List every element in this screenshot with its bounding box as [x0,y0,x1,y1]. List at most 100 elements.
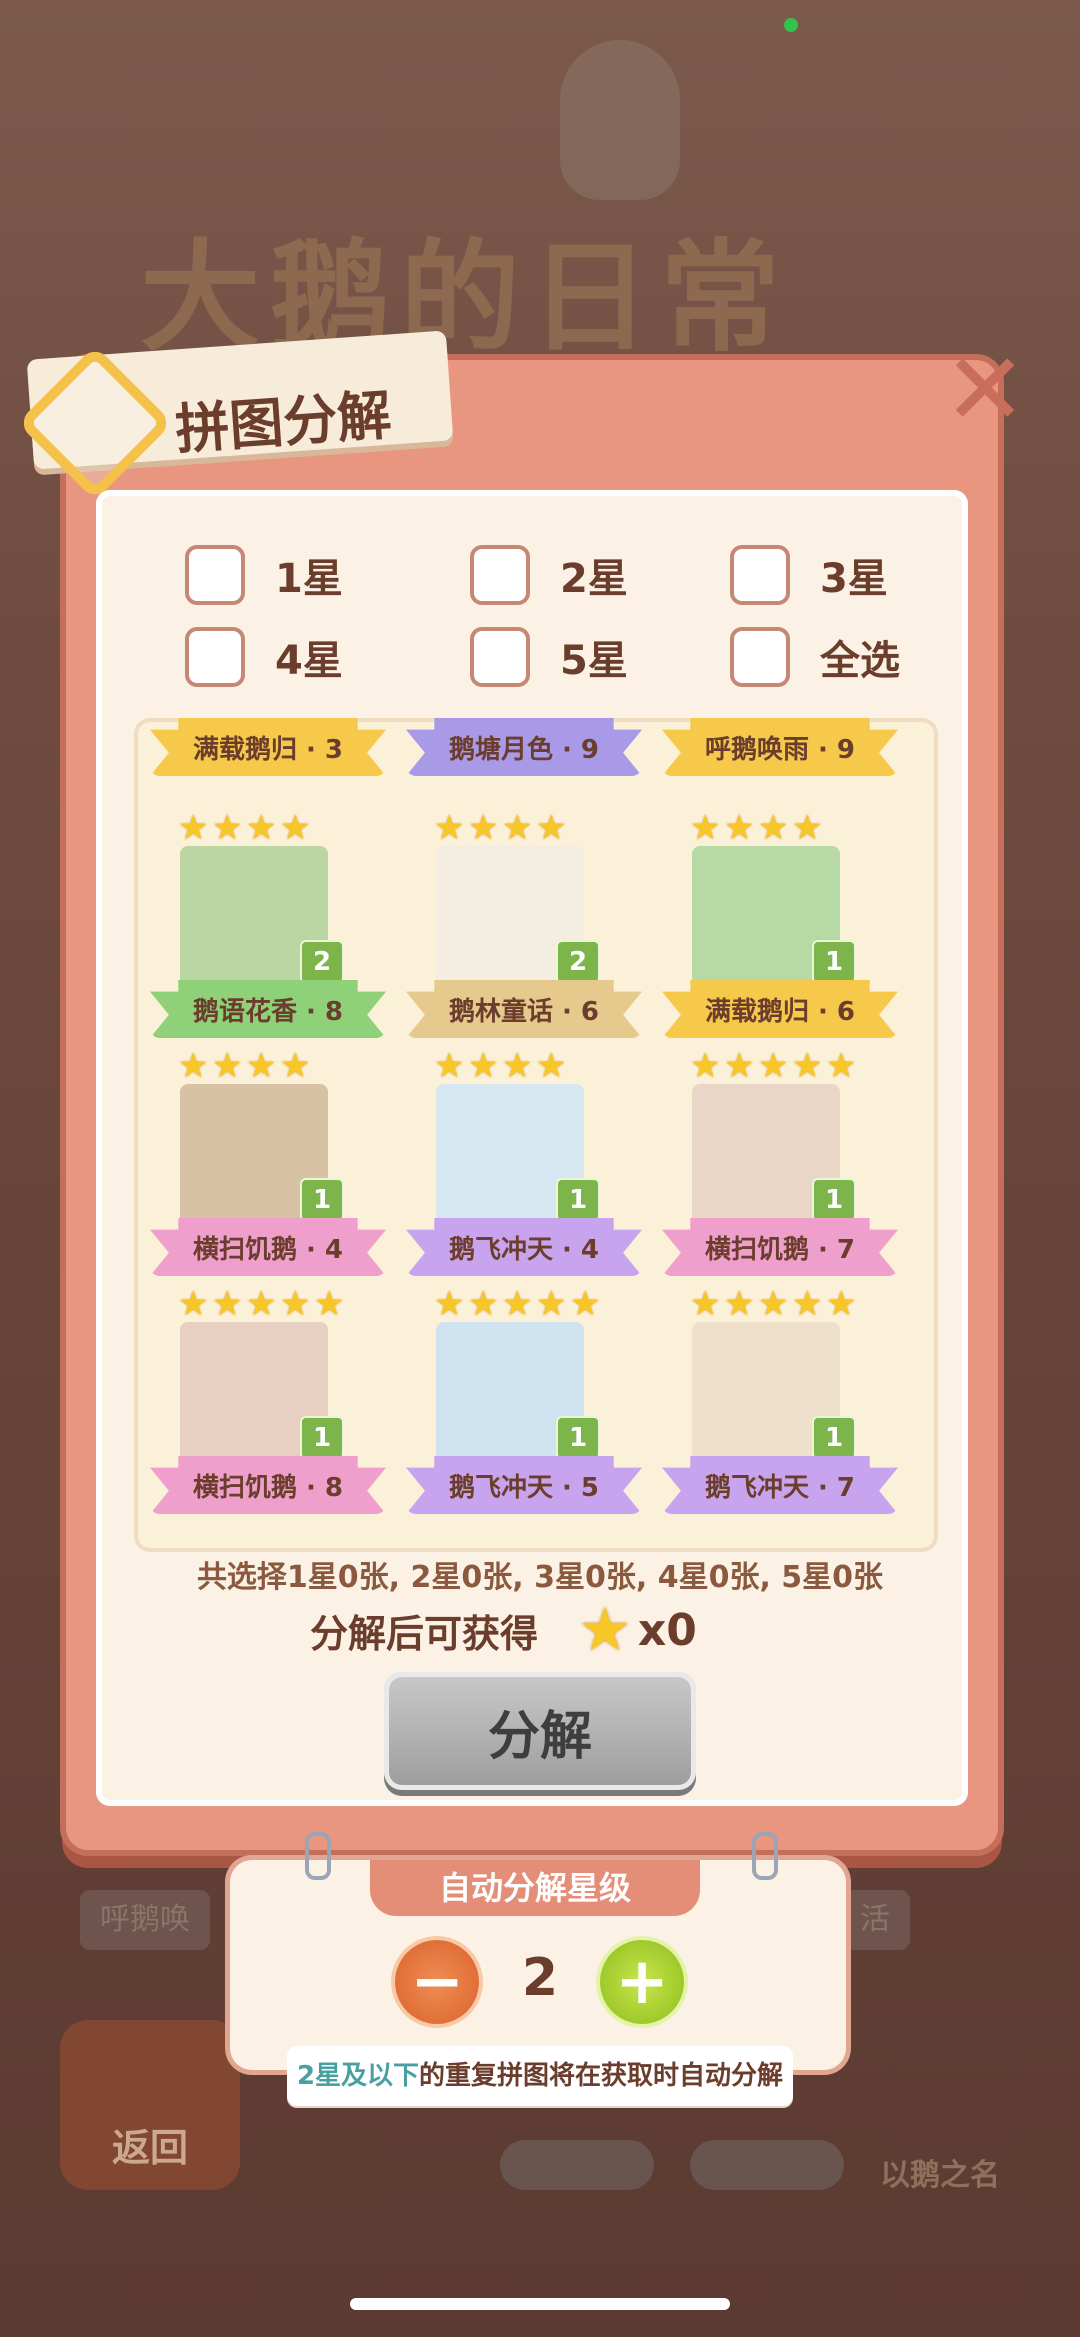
piece-count-badge: 1 [556,1416,600,1460]
star-icon: ★ [724,1284,755,1324]
reward-label: 分解后可获得 [310,1611,539,1656]
star-icon: ★ [792,1046,823,1086]
star-icon: ★ [280,1046,311,1086]
filter-3-star[interactable]: 3星 [730,545,888,605]
minus-icon: − [410,1945,464,2019]
star-icon: ★ [246,1284,277,1324]
star-icon: ★ [178,808,209,848]
puzzle-piece-card[interactable]: ★ ★ ★ ★ ★ 1 鹅飞冲天 · 5 [406,1284,642,1526]
star-icon: ★ [826,1046,857,1086]
star-icon: ★ [178,1284,209,1324]
reward-row: 分解后可获得 ★ x0 [310,1600,697,1660]
puzzle-piece-card[interactable]: ★ ★ ★ ★ 2 鹅林童话 · 6 [406,808,642,1050]
hanger-ring-icon [305,1832,331,1880]
piece-count-badge: 1 [812,1416,856,1460]
star-icon: ★ [690,1046,721,1086]
filter-2-star[interactable]: 2星 [470,545,628,605]
puzzle-piece-card[interactable]: ★ ★ ★ ★ ★ 1 横扫饥鹅 · 7 [662,1046,898,1288]
back-button[interactable]: 返回 [60,2020,240,2190]
bg-text-2: 活 [840,1890,910,1950]
auto-decompose-tip: 2星及以下的重复拼图将在获取时自动分解 [287,2046,793,2106]
piece-name-ribbon: 横扫饥鹅 · 7 [662,1218,898,1276]
checkbox-icon[interactable] [470,627,530,687]
star-icon: ★ [758,1284,789,1324]
filter-4-star[interactable]: 4星 [185,627,343,687]
piece-name-ribbon: 满载鹅归 · 6 [662,980,898,1038]
star-rating: ★ ★ ★ ★ ★ [690,1046,858,1086]
star-icon: ★ [502,808,533,848]
star-icon: ★ [724,1046,755,1086]
piece-name-ribbon: 鹅飞冲天 · 5 [406,1456,642,1514]
checkbox-icon[interactable] [730,627,790,687]
puzzle-piece-card[interactable]: ★ ★ ★ ★ 1 满载鹅归 · 6 [662,808,898,1050]
checkbox-icon[interactable] [470,545,530,605]
star-rating: ★ ★ ★ ★ ★ [434,1284,602,1324]
star-icon: ★ [536,1046,567,1086]
close-icon: ✕ [943,331,1027,448]
puzzle-piece-card[interactable]: ★ ★ ★ ★ 1 横扫饥鹅 · 4 [150,1046,386,1288]
puzzle-piece-card[interactable]: ★ ★ ★ ★ 2 鹅语花香 · 8 [150,808,386,1050]
star-icon: ★ [690,1284,721,1324]
filter-select-all[interactable]: 全选 [730,627,900,687]
home-indicator[interactable] [350,2298,730,2310]
status-indicator-icon [784,18,798,32]
piece-name-ribbon: 满载鹅归 · 3 [150,718,386,776]
star-icon: ★ [826,1284,857,1324]
star-icon: ★ [434,808,465,848]
star-rating: ★ ★ ★ ★ [178,1046,312,1086]
piece-count-badge: 2 [300,940,344,984]
star-icon: ★ [434,1046,465,1086]
puzzle-piece-grid: 1满载鹅归 · 32鹅塘月色 · 91呼鹅唤雨 · 9★★★★2鹅语花香 · 8… [134,718,938,1552]
piece-name-ribbon: 鹅飞冲天 · 4 [406,1218,642,1276]
increase-level-button[interactable]: + [600,1940,684,2024]
piece-count-badge: 1 [556,1178,600,1222]
puzzle-piece-card[interactable]: ★ ★ ★ ★ ★ 1 鹅飞冲天 · 7 [662,1284,898,1526]
star-icon: ★ [690,808,721,848]
star-icon: ★ [434,1284,465,1324]
puzzle-piece-card[interactable]: ★ ★ ★ ★ ★ 1 横扫饥鹅 · 8 [150,1284,386,1526]
puzzle-piece-card[interactable]: ★ ★ ★ ★ 1 鹅飞冲天 · 4 [406,1046,642,1288]
checkbox-icon[interactable] [730,545,790,605]
star-icon: ★ [468,1046,499,1086]
selection-summary: 共选择1星0张, 2星0张, 3星0张, 4星0张, 5星0张 [196,1560,884,1595]
checkbox-icon[interactable] [185,545,245,605]
filter-label: 4星 [275,638,343,684]
star-icon: ★ [468,808,499,848]
piece-name-ribbon: 鹅飞冲天 · 7 [662,1456,898,1514]
piece-count-badge: 1 [812,940,856,984]
star-icon: ★ [758,1046,789,1086]
star-icon: ★ [792,1284,823,1324]
star-icon: ★ [536,1284,567,1324]
timer-2: 3时55分 [690,2140,845,2190]
filter-label: 5星 [560,638,628,684]
filter-1-star[interactable]: 1星 [185,545,343,605]
decrease-level-button[interactable]: − [395,1940,479,2024]
star-icon: ★ [724,808,755,848]
name-label: 以鹅之名 [880,2158,1000,2193]
filter-5-star[interactable]: 5星 [470,627,628,687]
auto-decompose-title: 自动分解星级 [370,1860,700,1916]
goose-mascot-image [560,40,680,200]
star-rating: ★ ★ ★ ★ ★ [178,1284,346,1324]
star-icon: ★ [280,1284,311,1324]
auto-level-value: 2 [521,1948,559,2008]
star-rating: ★ ★ ★ ★ ★ [690,1284,858,1324]
star-icon: ★ [792,808,823,848]
hanger-ring-icon [752,1832,778,1880]
piece-name-ribbon: 鹅塘月色 · 9 [406,718,642,776]
piece-name-ribbon: 横扫饥鹅 · 4 [150,1218,386,1276]
decompose-button[interactable]: 分解 [384,1672,696,1790]
star-icon: ★ [536,808,567,848]
close-button[interactable]: ✕ [943,331,1027,448]
star-rating: ★ ★ ★ ★ [434,808,568,848]
star-icon: ★ [314,1284,345,1324]
tip-highlight: 2星及以下 [296,2061,420,2091]
piece-name-ribbon: 鹅林童话 · 6 [406,980,642,1038]
star-icon: ★ [570,1284,601,1324]
piece-count-badge: 1 [300,1178,344,1222]
reward-amount: x0 [637,1604,697,1656]
filter-label: 全选 [820,638,900,684]
filter-label: 3星 [820,556,888,602]
piece-count-badge: 1 [300,1416,344,1460]
checkbox-icon[interactable] [185,627,245,687]
